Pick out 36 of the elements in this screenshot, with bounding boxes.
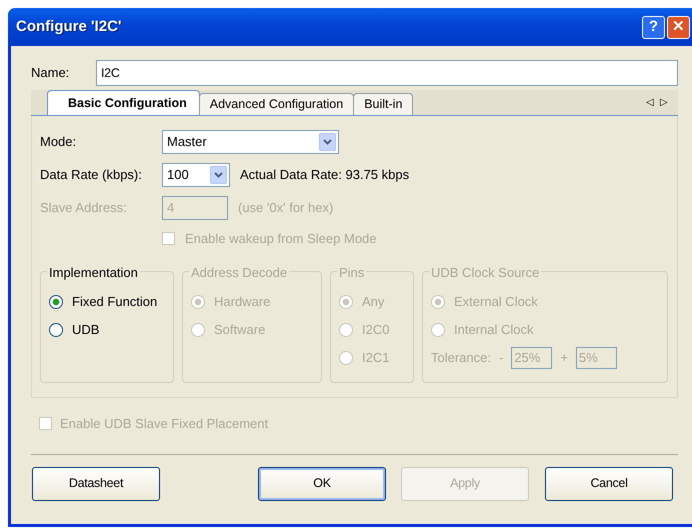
radio-label: I2C0 [362,320,390,339]
close-button[interactable]: ✕ [667,16,690,38]
minus-sign: - [498,349,504,368]
radio-button[interactable] [49,294,63,308]
tolerance-label: Tolerance: [431,349,491,368]
dropdown[interactable]: 100 [162,163,230,187]
help-button[interactable]: ? [642,16,665,38]
plus-sign: + [560,349,568,368]
radio-label: Software [214,320,266,339]
name-label: Name: [31,64,70,82]
dialog-button[interactable]: Datasheet [32,466,160,500]
checkbox-label: Enable wakeup from Sleep Mode [185,230,377,248]
scroll-left-button[interactable]: ◁ [646,95,654,110]
radio-label: Hardware [214,292,270,311]
field-label: Data Rate (kbps): [40,166,143,184]
radio-label: Any [362,292,384,311]
checkbox-label: Enable UDB Slave Fixed Placement [60,415,268,433]
note-text: Actual Data Rate: 93.75 kbps [240,166,410,184]
radio-button[interactable] [49,322,63,336]
radio-label: External Clock [454,292,538,311]
field-label: Mode: [40,133,78,152]
name-field[interactable]: I2C [96,60,678,86]
dialog-button[interactable]: OK [258,466,386,500]
scroll-right-button[interactable]: ▷ [660,95,668,110]
dropdown[interactable]: Master [162,130,339,154]
tab[interactable]: Built-in [353,93,414,115]
note-text: (use '0x' for hex) [238,199,334,218]
radio-label: UDB [72,320,100,339]
tab[interactable]: Advanced Configuration [198,93,354,115]
radio-label: I2C1 [362,348,390,367]
radio-label: Internal Clock [454,320,534,339]
tab[interactable]: Basic Configuration [47,90,200,115]
field-label: Slave Address: [40,199,128,218]
dialog-button[interactable]: Cancel [545,466,673,500]
window-title: Configure 'I2C' [16,16,122,37]
radio-label: Fixed Function [72,292,158,311]
